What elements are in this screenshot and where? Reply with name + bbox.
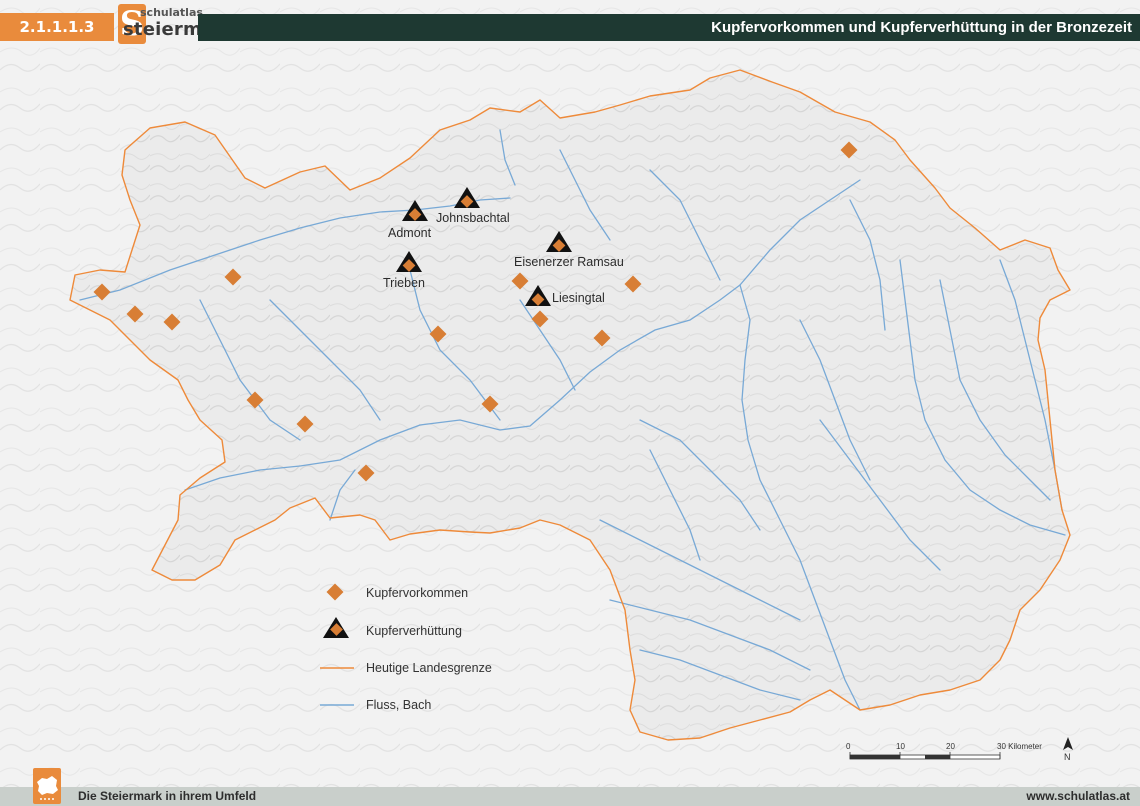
scale-tick-0: 0 [846, 742, 851, 751]
footer-bar: Die Steiermark in ihrem Umfeld www.schul… [0, 787, 1140, 806]
north-label: N [1064, 752, 1071, 762]
scale-tick-30: 30 Kilometer [997, 742, 1042, 751]
legend-deposit-label: Kupfervorkommen [366, 586, 468, 600]
place-label-trieben: Trieben [383, 276, 425, 290]
place-label-eisenerzer-ramsau: Eisenerzer Ramsau [514, 255, 624, 269]
map-canvas: Johnsbachtal Admont Eisenerzer Ramsau Tr… [0, 0, 1140, 806]
footer-section-title: Die Steiermark in ihrem Umfeld [78, 789, 257, 803]
page-title: Kupfervorkommen und Kupferverhüttung in … [711, 19, 1132, 36]
map-page: Johnsbachtal Admont Eisenerzer Ramsau Tr… [0, 0, 1140, 806]
styria-emblem-icon [33, 768, 61, 804]
footer-website-link[interactable]: www.schulatlas.at [1026, 787, 1130, 806]
map-code-badge: 2.1.1.1.3 [0, 13, 114, 41]
scale-tick-20: 20 [946, 742, 955, 751]
scale-tick-10: 10 [896, 742, 905, 751]
place-label-admont: Admont [388, 226, 432, 240]
schulatlas-logo: S schulatlas steiermark [118, 4, 235, 44]
legend-river-label: Fluss, Bach [366, 698, 431, 712]
legend-smelting-label: Kupferverhüttung [366, 624, 462, 638]
place-label-johnsbachtal: Johnsbachtal [436, 211, 510, 225]
logo-top-text: schulatlas [140, 6, 203, 19]
legend-border-label: Heutige Landesgrenze [366, 661, 492, 675]
place-label-liesingtal: Liesingtal [552, 291, 605, 305]
title-bar: Kupfervorkommen und Kupferverhüttung in … [198, 14, 1140, 41]
